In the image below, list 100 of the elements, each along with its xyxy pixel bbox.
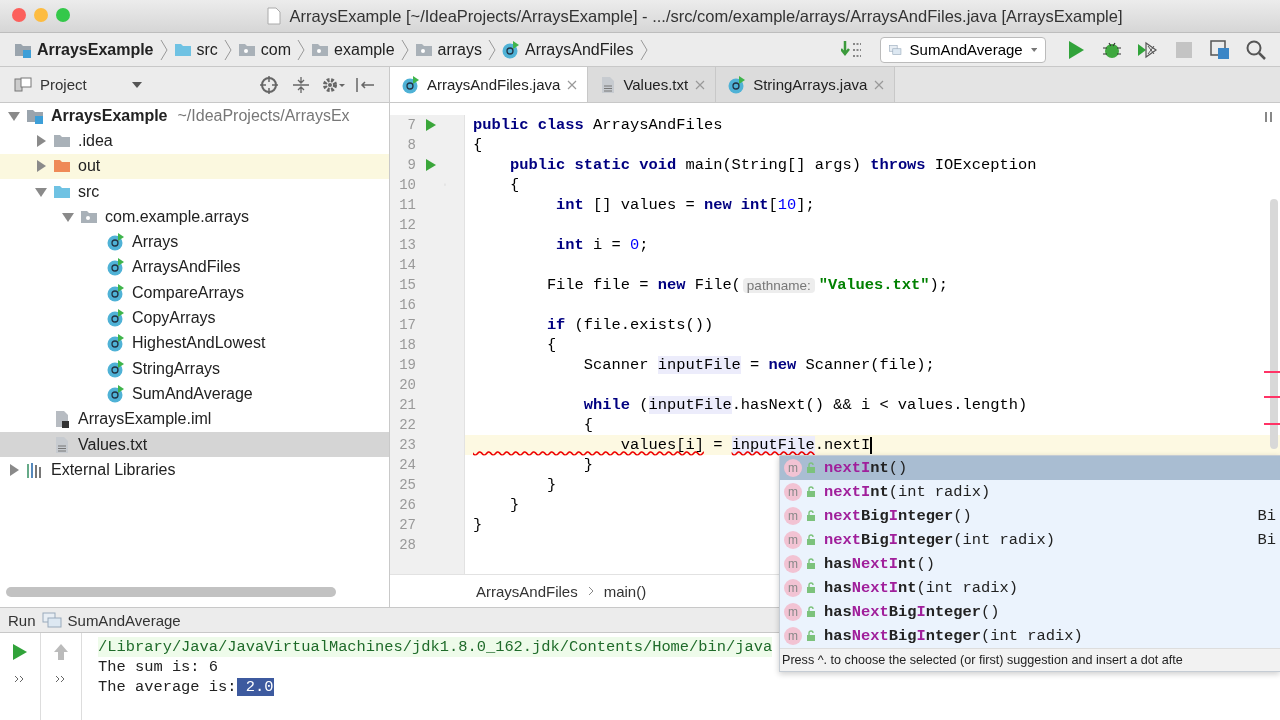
tree-item[interactable]: ArraysAndFiles: [0, 254, 389, 281]
close-icon[interactable]: [695, 79, 706, 90]
run-config-tab[interactable]: SumAndAverage: [67, 611, 181, 629]
tree-item[interactable]: com.example.arrays: [0, 204, 389, 230]
lock-icon: [806, 534, 816, 546]
completion-item[interactable]: m nextBigInteger(int radix) Bi: [780, 528, 1280, 552]
method-badge: m: [784, 507, 802, 525]
class-icon: [107, 359, 125, 378]
more-icon[interactable]: [14, 675, 26, 683]
lock-icon: [806, 582, 816, 594]
return-type: Bi: [1257, 531, 1277, 549]
nav-crumb[interactable]: example: [309, 40, 397, 59]
class-icon: [502, 40, 520, 59]
method-badge: m: [784, 531, 802, 549]
class-icon: [107, 258, 125, 277]
expand-arrow-icon: [8, 109, 20, 122]
nav-crumb[interactable]: ArraysExample: [12, 40, 156, 59]
method-badge: m: [784, 483, 802, 501]
tree-item[interactable]: src: [0, 178, 389, 205]
chevron-icon: [488, 38, 496, 61]
editor-tab[interactable]: ArraysAndFiles.java: [390, 67, 589, 102]
breadcrumb-item[interactable]: main(): [603, 582, 647, 600]
tree-item[interactable]: .idea: [0, 128, 389, 154]
lock-icon: [806, 606, 816, 618]
nav-crumb[interactable]: src: [171, 40, 220, 59]
nav-crumb[interactable]: arrays: [412, 40, 484, 59]
code-line: {: [473, 135, 483, 155]
zoom-button[interactable]: [56, 8, 70, 22]
code-line: {: [508, 175, 520, 195]
chevron-icon: [223, 38, 232, 61]
project-structure-icon[interactable]: [1208, 37, 1232, 62]
module-file-icon: [54, 410, 70, 429]
tree-item[interactable]: CompareArrays: [0, 280, 389, 306]
run-icon[interactable]: [425, 118, 437, 132]
code-line: }: [582, 455, 594, 475]
code-line: {: [582, 415, 594, 435]
run-icon[interactable]: [12, 643, 28, 661]
line-number: 15: [398, 277, 416, 293]
lock-icon: [806, 630, 816, 642]
tree-item[interactable]: ArraysExample ~/IdeaProjects/ArraysEx: [0, 103, 389, 129]
run-config-dropdown[interactable]: SumAndAverage: [880, 36, 1046, 63]
tree-item[interactable]: SumAndAverage: [0, 381, 389, 407]
scrollbar-thumb[interactable]: [6, 587, 336, 597]
tree-item[interactable]: Arrays: [0, 229, 389, 255]
folder-icon: [53, 132, 71, 149]
lock-icon: [806, 462, 816, 474]
code-line: Scanner inputFile = new Scanner(file);: [582, 355, 935, 375]
completion-item[interactable]: m nextInt(int radix): [780, 480, 1280, 504]
chevron-icon: [297, 38, 306, 61]
tree-item[interactable]: External Libraries: [0, 457, 389, 483]
class-icon: [107, 283, 125, 302]
close-icon[interactable]: [567, 79, 578, 90]
code-line: File file = new File( pathname: "Values.txt");: [545, 275, 948, 295]
tree-item[interactable]: HighestAndLowest: [0, 330, 389, 356]
tree-item[interactable]: Values.txt: [0, 431, 389, 458]
more-icon[interactable]: [55, 675, 67, 683]
line-number: 7: [406, 117, 416, 133]
breadcrumb-item[interactable]: ArraysAndFiles: [476, 582, 578, 600]
editor-tab[interactable]: Values.txt: [588, 67, 717, 102]
tree-item[interactable]: StringArrays: [0, 355, 389, 382]
folder-icon: [53, 158, 71, 175]
method-badge: m: [784, 555, 802, 573]
code-line: values[i] = inputFile.nextI: [619, 435, 872, 455]
nav-crumb[interactable]: ArraysAndFiles: [500, 40, 636, 59]
code-line: int i = 0;: [555, 235, 649, 255]
tree-item[interactable]: ArraysExample.iml: [0, 406, 389, 432]
scrollbar-thumb[interactable]: [1270, 199, 1278, 449]
completion-item[interactable]: m hasNextBigInteger(int radix): [780, 624, 1280, 648]
collapse-arrow-icon: [8, 463, 20, 476]
project-view-dropdown[interactable]: Project: [8, 75, 148, 94]
tree-item[interactable]: CopyArrays: [0, 305, 389, 331]
text-file-icon: [600, 75, 617, 94]
run-icon[interactable]: [425, 158, 437, 172]
lock-icon: [806, 510, 816, 522]
line-number: 16: [398, 297, 416, 313]
completion-item[interactable]: m hasNextInt(): [780, 552, 1280, 576]
project-path: ~/IdeaProjects/ArraysEx: [177, 106, 350, 125]
code-line: }: [545, 475, 557, 495]
line-number: 10: [398, 177, 416, 193]
completion-item[interactable]: m nextBigInteger() Bi: [780, 504, 1280, 528]
line-number: 24: [398, 457, 416, 473]
console-output: The average is: 2.0: [98, 677, 274, 697]
close-icon[interactable]: [874, 79, 885, 90]
completion-item[interactable]: m hasNextBigInteger(): [780, 600, 1280, 624]
close-button[interactable]: [12, 8, 26, 22]
line-number: 23: [398, 437, 416, 453]
editor-tab[interactable]: StringArrays.java: [716, 67, 896, 102]
tree-item[interactable]: out: [0, 153, 389, 179]
code-line: int [] values = new int[10];: [555, 195, 815, 215]
class-icon: [107, 384, 125, 403]
class-icon: [107, 334, 125, 353]
line-number: 11: [398, 197, 416, 213]
expand-arrow-icon: [35, 185, 47, 198]
code-line: public class ArraysAndFiles: [473, 115, 723, 135]
up-arrow-icon[interactable]: [53, 643, 69, 661]
completion-item[interactable]: m nextInt(): [780, 456, 1280, 480]
completion-item[interactable]: m hasNextInt(int radix): [780, 576, 1280, 600]
run-panel-label[interactable]: Run: [8, 611, 36, 629]
nav-crumb[interactable]: com: [235, 40, 294, 59]
console-output: The sum is: 6: [98, 657, 219, 677]
